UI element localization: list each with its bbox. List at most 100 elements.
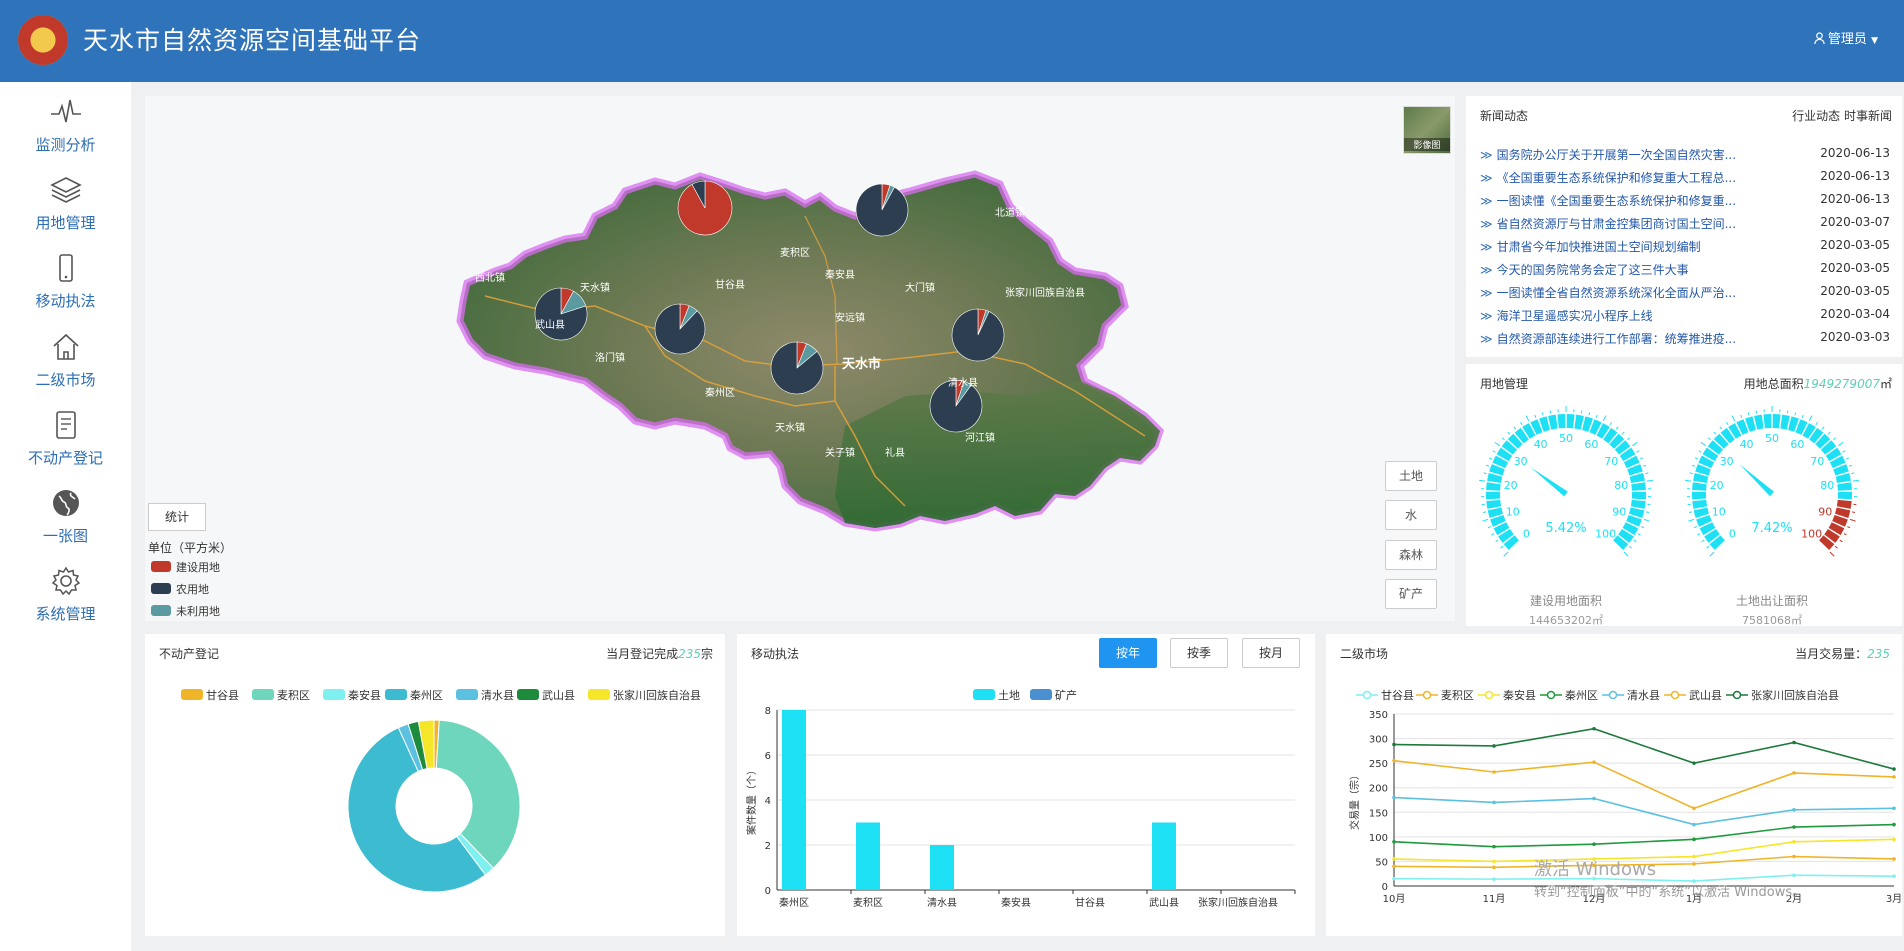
bar[interactable] xyxy=(930,845,954,890)
sidebar-item-secondary-market[interactable]: 二级市场 xyxy=(0,331,131,409)
gauge-name: 土地出让面积 xyxy=(1735,594,1808,608)
news-item-title[interactable]: 一图读懂《全国重要生态系统保护和修复重... xyxy=(1497,194,1736,208)
layer-land-button[interactable]: 土地 xyxy=(1385,461,1437,491)
sidebar-item-one-map[interactable]: 一张图 xyxy=(0,487,131,565)
gauge-tick xyxy=(1549,410,1552,414)
news-item-title[interactable]: 甘肃省今年加快推进国土空间规划编制 xyxy=(1497,240,1701,254)
gauge-tick xyxy=(1843,533,1847,536)
gauge-tick xyxy=(1755,410,1758,414)
sidebar-item-monitoring[interactable]: 监测分析 xyxy=(0,96,131,174)
series-point[interactable] xyxy=(1392,876,1396,881)
layer-mineral-button[interactable]: 矿产 xyxy=(1385,579,1437,609)
series-point[interactable] xyxy=(1692,761,1696,765)
series-point[interactable] xyxy=(1392,742,1396,747)
map-pie-slice xyxy=(654,303,706,355)
series-line[interactable] xyxy=(1393,796,1895,826)
gauge-tick xyxy=(1827,431,1831,435)
statistics-button[interactable]: 统计 xyxy=(148,503,206,531)
series-point[interactable] xyxy=(1792,854,1796,859)
series-point[interactable] xyxy=(1792,740,1796,745)
imagery-basemap-toggle[interactable]: 影像图 xyxy=(1403,106,1451,154)
news-item-title[interactable]: 自然资源部连续进行工作部署：统筹推进疫... xyxy=(1497,332,1736,346)
series-point[interactable] xyxy=(1492,844,1496,849)
series-point[interactable] xyxy=(1592,726,1596,731)
news-item[interactable]: ≫ 甘肃省今年加快推进国土空间规划编制 2020-03-05 xyxy=(1480,238,1890,261)
gauge-tick xyxy=(1637,533,1641,536)
series-point[interactable] xyxy=(1892,822,1896,827)
gauge-tick-label: 0 xyxy=(1729,528,1736,541)
news-item[interactable]: ≫ 海洋卫星遥感实况小程序上线 2020-03-04 xyxy=(1480,307,1890,330)
sidebar-item-system-management[interactable]: 系统管理 xyxy=(0,565,131,643)
news-item[interactable]: ≫ 省自然资源厅与甘肃金控集团商讨国土空间... 2020-03-07 xyxy=(1480,215,1890,238)
news-item[interactable]: ≫ 一图读懂《全国重要生态系统保护和修复重... 2020-06-13 xyxy=(1480,192,1890,215)
windows-activation-watermark: 激活 Windows xyxy=(1534,859,1657,880)
series-point[interactable] xyxy=(1392,857,1396,861)
news-item-title[interactable]: 国务院办公厅关于开展第一次全国自然灾害... xyxy=(1497,148,1736,162)
sidebar-item-real-estate[interactable]: 不动产登记 xyxy=(0,409,131,487)
series-point[interactable] xyxy=(1892,837,1896,842)
region-map[interactable]: 秦安县 甘谷县 武山县 清水县 张家川回族自治县 麦积区 秦州区 天水镇 西北镇… xyxy=(145,96,1455,621)
series-point[interactable] xyxy=(1392,864,1396,869)
series-point[interactable] xyxy=(1792,839,1796,844)
news-item[interactable]: ≫ 一图读懂全省自然资源系统深化全面从严治... 2020-03-05 xyxy=(1480,284,1890,307)
series-point[interactable] xyxy=(1692,822,1696,827)
news-item[interactable]: ≫ 《全国重要生态系统保护和修复重大工程总... 2020-06-13 xyxy=(1480,169,1890,192)
map-panel[interactable]: 秦安县 甘谷县 武山县 清水县 张家川回族自治县 麦积区 秦州区 天水镇 西北镇… xyxy=(145,96,1455,621)
series-point[interactable] xyxy=(1492,744,1496,748)
user-menu[interactable]: 管理员 ▼ xyxy=(1814,28,1878,47)
series-point[interactable] xyxy=(1692,854,1696,859)
series-point[interactable] xyxy=(1692,806,1696,811)
series-point[interactable] xyxy=(1792,808,1796,812)
gauge-tick xyxy=(1494,441,1500,447)
series-point[interactable] xyxy=(1492,877,1496,881)
bar[interactable] xyxy=(1152,822,1176,891)
bar[interactable] xyxy=(856,822,880,891)
series-point[interactable] xyxy=(1892,874,1896,878)
series-point[interactable] xyxy=(1392,795,1396,800)
map-pie-slice xyxy=(951,308,1005,362)
series-point[interactable] xyxy=(1692,862,1696,866)
sidebar-item-land-management[interactable]: 用地管理 xyxy=(0,174,131,252)
series-point[interactable] xyxy=(1892,775,1896,779)
series-point[interactable] xyxy=(1492,859,1496,864)
news-item[interactable]: ≫ 自然资源部连续进行工作部署：统筹推进疫... 2020-03-03 xyxy=(1480,330,1890,353)
series-point[interactable] xyxy=(1492,865,1496,870)
sidebar-item-mobile-enforcement[interactable]: 移动执法 xyxy=(0,252,131,330)
news-item-title[interactable]: 今天的国务院常务会定了这三件大事 xyxy=(1497,263,1689,277)
gauge-tick xyxy=(1645,511,1650,514)
donut-chart[interactable] xyxy=(145,634,725,936)
series-point[interactable] xyxy=(1692,837,1696,842)
news-item[interactable]: ≫ 今天的国务院常务会定了这三件大事 2020-03-05 xyxy=(1480,261,1890,284)
series-point[interactable] xyxy=(1592,842,1596,847)
series-point[interactable] xyxy=(1592,760,1596,764)
gauge-band-segment xyxy=(1836,499,1852,509)
gauge-band-segment xyxy=(1548,414,1558,430)
layer-water-button[interactable]: 水 xyxy=(1385,500,1437,530)
news-item-title[interactable]: 省自然资源厅与甘肃金控集团商讨国土空间... xyxy=(1497,217,1736,231)
y-tick-label: 250 xyxy=(1369,759,1388,770)
series-point[interactable] xyxy=(1792,771,1796,775)
news-tabs[interactable]: 行业动态 时事新闻 xyxy=(1792,107,1892,124)
layer-forest-button[interactable]: 森林 xyxy=(1385,540,1437,570)
series-point[interactable] xyxy=(1792,873,1796,877)
news-item[interactable]: ≫ 国务院办公厅关于开展第一次全国自然灾害... 2020-06-13 xyxy=(1480,146,1890,169)
series-point[interactable] xyxy=(1492,800,1496,805)
series-line[interactable] xyxy=(1393,823,1895,848)
news-item-title[interactable]: 一图读懂全省自然资源系统深化全面从严治... xyxy=(1497,286,1736,300)
series-point[interactable] xyxy=(1392,758,1396,763)
series-point[interactable] xyxy=(1892,806,1896,811)
bar[interactable] xyxy=(782,710,806,890)
series-point[interactable] xyxy=(1392,839,1396,844)
series-point[interactable] xyxy=(1892,767,1896,771)
series-point[interactable] xyxy=(1592,796,1596,801)
gauge-tick xyxy=(1685,479,1692,482)
series-point[interactable] xyxy=(1792,825,1796,829)
bar-chart[interactable]: 0 2 4 6 8 案件数量（个） 秦州区 麦积区 清水县 秦安县 甘谷县 武山县 张家川回族自治县 xyxy=(737,634,1315,936)
series-point[interactable] xyxy=(1892,857,1896,861)
app-title: 天水市自然资源空间基础平台 xyxy=(83,26,422,55)
series-point[interactable] xyxy=(1492,770,1496,774)
news-item-title[interactable]: 海洋卫星遥感实况小程序上线 xyxy=(1497,309,1653,323)
y-tick-label: 0 xyxy=(765,886,771,897)
gauge-tick xyxy=(1747,412,1750,416)
news-item-title[interactable]: 《全国重要生态系统保护和修复重大工程总... xyxy=(1497,171,1736,185)
